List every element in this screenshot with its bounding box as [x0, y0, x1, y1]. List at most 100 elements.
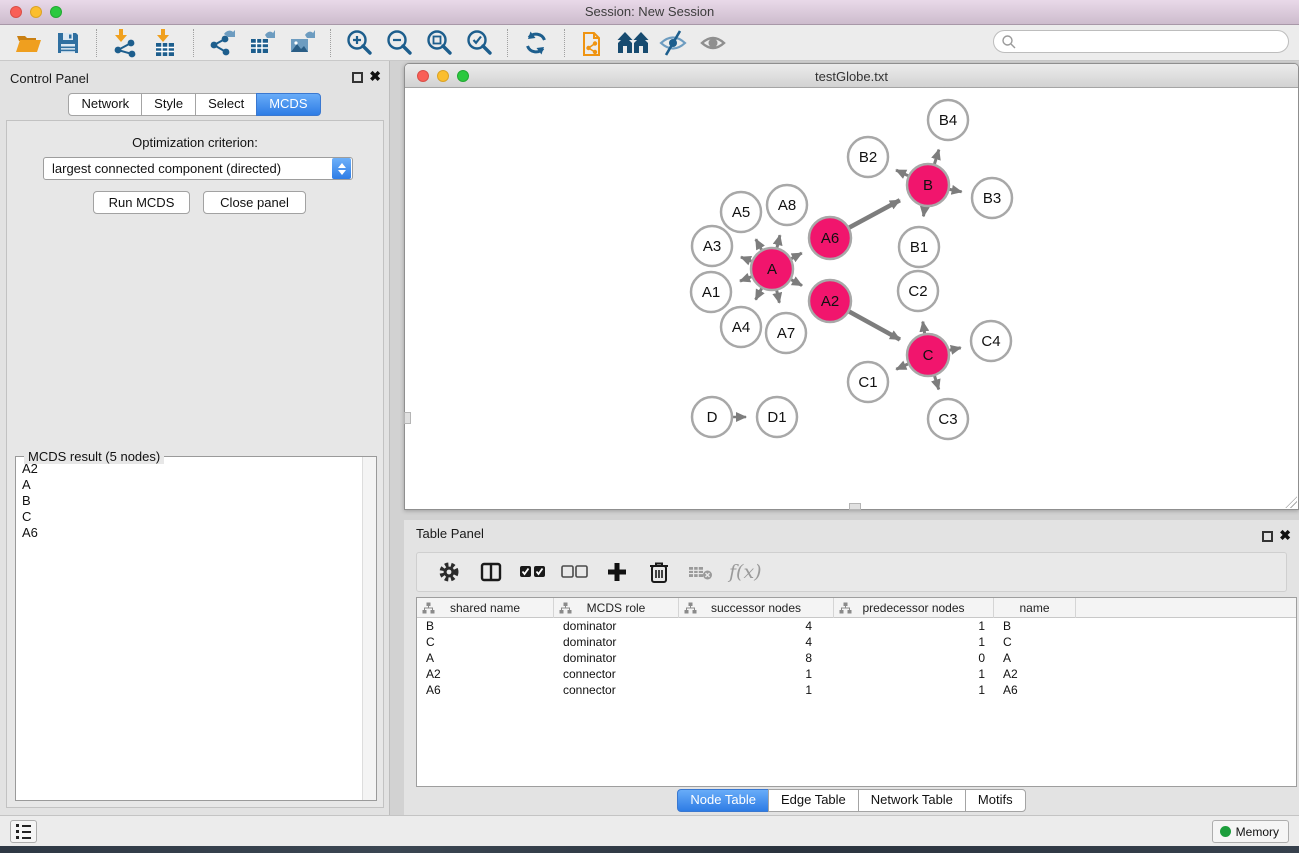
column-header-predecessor-nodes[interactable]: predecessor nodes: [834, 598, 994, 618]
table-cell[interactable]: C: [994, 634, 1076, 650]
table-row[interactable]: A2connector11A2: [417, 666, 1296, 682]
table-cell[interactable]: 8: [679, 650, 834, 666]
table-cell[interactable]: B: [994, 618, 1076, 634]
tab-style[interactable]: Style: [141, 93, 196, 116]
open-folder-icon[interactable]: [8, 28, 48, 58]
home-icon[interactable]: [613, 28, 653, 58]
unselect-all-columns-icon[interactable]: [561, 558, 589, 586]
tab-select[interactable]: Select: [195, 93, 257, 116]
table-cell[interactable]: 4: [679, 634, 834, 650]
new-network-from-file-icon[interactable]: [573, 28, 613, 58]
table-cell[interactable]: 1: [679, 682, 834, 698]
table-cell[interactable]: A: [994, 650, 1076, 666]
float-panel-icon[interactable]: [1262, 531, 1273, 542]
graph-edge-B-B2[interactable]: [896, 170, 908, 176]
graph-edge-A-A2[interactable]: [791, 280, 802, 286]
function-builder-icon[interactable]: f(x): [729, 558, 762, 586]
tab-network-table[interactable]: Network Table: [858, 789, 966, 812]
close-panel-icon[interactable]: ✖: [369, 69, 381, 83]
memory-button[interactable]: Memory: [1212, 820, 1289, 843]
task-history-list-button[interactable]: [10, 820, 37, 843]
graph-edge-A-A6[interactable]: [791, 253, 801, 259]
save-icon[interactable]: [48, 28, 88, 58]
table-cell[interactable]: 1: [834, 666, 994, 682]
graph-edge-A-A1[interactable]: [740, 277, 751, 281]
table-cell[interactable]: A6: [417, 682, 554, 698]
window-resize-grip[interactable]: [1285, 496, 1297, 508]
splitter-handle[interactable]: [849, 503, 861, 510]
table-cell[interactable]: B: [417, 618, 554, 634]
delete-column-trash-icon[interactable]: [645, 558, 673, 586]
hide-panel-eye-icon[interactable]: [653, 28, 693, 58]
graph-edge-A6-B[interactable]: [849, 200, 900, 227]
table-cell[interactable]: 1: [834, 634, 994, 650]
graph-edge-A2-C[interactable]: [849, 312, 900, 340]
graph-edge-B-B1[interactable]: [923, 207, 924, 217]
network-canvas[interactable]: B4B2BB3A8A5A6A3B1AA1C2A2A4A7C4CC1C3DD1: [405, 88, 1298, 509]
table-cell[interactable]: A2: [417, 666, 554, 682]
table-cell[interactable]: 0: [834, 650, 994, 666]
export-table-icon[interactable]: [242, 28, 282, 58]
table-cell[interactable]: A2: [994, 666, 1076, 682]
optimization-criterion-select[interactable]: largest connected component (directed): [43, 157, 353, 180]
mcds-result-item[interactable]: A: [16, 477, 362, 493]
zoom-selected-icon[interactable]: [459, 28, 499, 58]
run-mcds-button[interactable]: Run MCDS: [93, 191, 190, 214]
table-cell[interactable]: 4: [679, 618, 834, 634]
delete-table-icon[interactable]: [687, 558, 715, 586]
import-network-icon[interactable]: [105, 28, 145, 58]
table-cell[interactable]: C: [417, 634, 554, 650]
graph-edge-C-C4[interactable]: [949, 348, 960, 351]
show-panel-eye-icon[interactable]: [693, 28, 733, 58]
close-panel-button[interactable]: Close panel: [203, 191, 306, 214]
mcds-result-item[interactable]: A6: [16, 525, 362, 541]
table-row[interactable]: Cdominator41C: [417, 634, 1296, 650]
graph-edge-C-C3[interactable]: [935, 376, 939, 389]
tab-mcds[interactable]: MCDS: [256, 93, 320, 116]
table-cell[interactable]: A6: [994, 682, 1076, 698]
select-all-columns-icon[interactable]: [519, 558, 547, 586]
table-cell[interactable]: dominator: [554, 634, 679, 650]
mcds-result-item[interactable]: B: [16, 493, 362, 509]
zoom-out-icon[interactable]: [379, 28, 419, 58]
table-cell[interactable]: connector: [554, 666, 679, 682]
search-input[interactable]: [1017, 35, 1288, 49]
table-cell[interactable]: 1: [679, 666, 834, 682]
table-row[interactable]: Adominator80A: [417, 650, 1296, 666]
column-header-MCDS-role[interactable]: MCDS role: [554, 598, 679, 618]
table-row[interactable]: A6connector11A6: [417, 682, 1296, 698]
result-scrollbar[interactable]: [362, 457, 376, 800]
network-window-titlebar[interactable]: testGlobe.txt: [405, 64, 1298, 88]
mcds-result-item[interactable]: A2: [16, 461, 362, 477]
graph-edge-A-A5[interactable]: [756, 239, 762, 249]
tab-motifs[interactable]: Motifs: [965, 789, 1026, 812]
close-panel-icon[interactable]: ✖: [1279, 528, 1291, 542]
graph-edge-B-B3[interactable]: [950, 189, 962, 191]
zoom-in-icon[interactable]: [339, 28, 379, 58]
export-image-icon[interactable]: [282, 28, 322, 58]
splitter-handle[interactable]: [404, 412, 411, 424]
table-cell[interactable]: dominator: [554, 650, 679, 666]
import-table-icon[interactable]: [145, 28, 185, 58]
tab-node-table[interactable]: Node Table: [677, 789, 769, 812]
graph-edge-C-C2[interactable]: [923, 322, 925, 334]
graph-edge-A-A7[interactable]: [777, 290, 780, 302]
table-cell[interactable]: dominator: [554, 618, 679, 634]
show-column-panel-icon[interactable]: [477, 558, 505, 586]
zoom-fit-icon[interactable]: [419, 28, 459, 58]
float-panel-icon[interactable]: [352, 72, 363, 83]
table-cell[interactable]: connector: [554, 682, 679, 698]
graph-edge-C-C1[interactable]: [896, 364, 908, 369]
table-cell[interactable]: 1: [834, 682, 994, 698]
table-cell[interactable]: 1: [834, 618, 994, 634]
create-column-plus-icon[interactable]: [603, 558, 631, 586]
column-header-name[interactable]: name: [994, 598, 1076, 618]
tab-network[interactable]: Network: [68, 93, 142, 116]
graph-edge-B-B4[interactable]: [934, 150, 938, 164]
table-settings-gear-icon[interactable]: [435, 558, 463, 586]
export-network-icon[interactable]: [202, 28, 242, 58]
mcds-result-item[interactable]: C: [16, 509, 362, 525]
refresh-icon[interactable]: [516, 28, 556, 58]
column-header-successor-nodes[interactable]: successor nodes: [679, 598, 834, 618]
column-header-shared-name[interactable]: shared name: [417, 598, 554, 618]
